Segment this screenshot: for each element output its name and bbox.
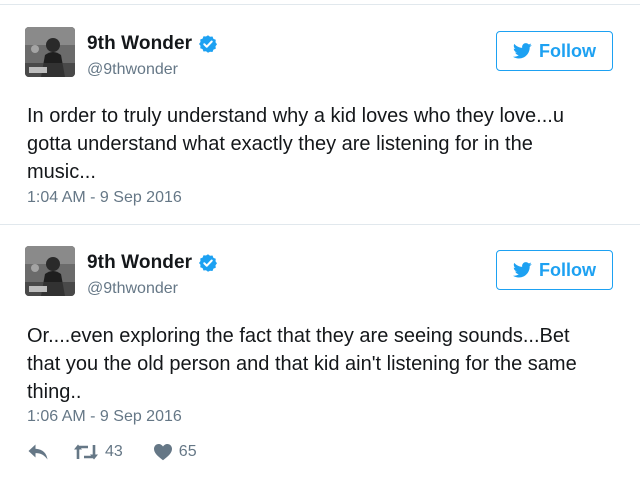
- timestamp-link[interactable]: 1:04 AM - 9 Sep 2016: [27, 189, 182, 207]
- tweet-text: In order to truly understand why a kid l…: [27, 105, 564, 183]
- twitter-bird-icon: [513, 262, 532, 278]
- retweet-button[interactable]: 43: [73, 443, 123, 461]
- handle[interactable]: @9thwonder: [87, 280, 178, 298]
- display-name[interactable]: 9th Wonder: [87, 33, 192, 55]
- like-button[interactable]: 65: [153, 443, 197, 461]
- verified-badge-icon: [199, 35, 218, 53]
- tweet-text: Or....even exploring the fact that they …: [27, 325, 577, 403]
- top-divider: [0, 4, 640, 5]
- avatar-photo-icon: [25, 246, 75, 296]
- tweet-actions: 43 65: [27, 441, 197, 463]
- avatar[interactable]: [25, 246, 75, 296]
- verified-badge-icon: [199, 254, 218, 272]
- twitter-bird-icon: [513, 43, 532, 59]
- handle[interactable]: @9thwonder: [87, 61, 178, 79]
- heart-icon: [153, 444, 172, 461]
- follow-label: Follow: [539, 40, 596, 61]
- follow-label: Follow: [539, 259, 596, 280]
- display-name[interactable]: 9th Wonder: [87, 252, 192, 274]
- avatar-photo-icon: [25, 27, 75, 77]
- retweet-count: 43: [105, 443, 123, 460]
- follow-button[interactable]: Follow: [496, 31, 613, 71]
- follow-button[interactable]: Follow: [496, 250, 613, 290]
- name-row[interactable]: 9th Wonder: [87, 252, 218, 274]
- avatar[interactable]: [25, 27, 75, 77]
- retweet-icon: [74, 444, 98, 460]
- reply-icon: [28, 444, 48, 460]
- tweet-divider: [0, 224, 640, 225]
- reply-button[interactable]: [27, 443, 49, 461]
- timestamp-link[interactable]: 1:06 AM - 9 Sep 2016: [27, 408, 182, 426]
- name-row[interactable]: 9th Wonder: [87, 33, 218, 55]
- like-count: 65: [178, 443, 197, 460]
